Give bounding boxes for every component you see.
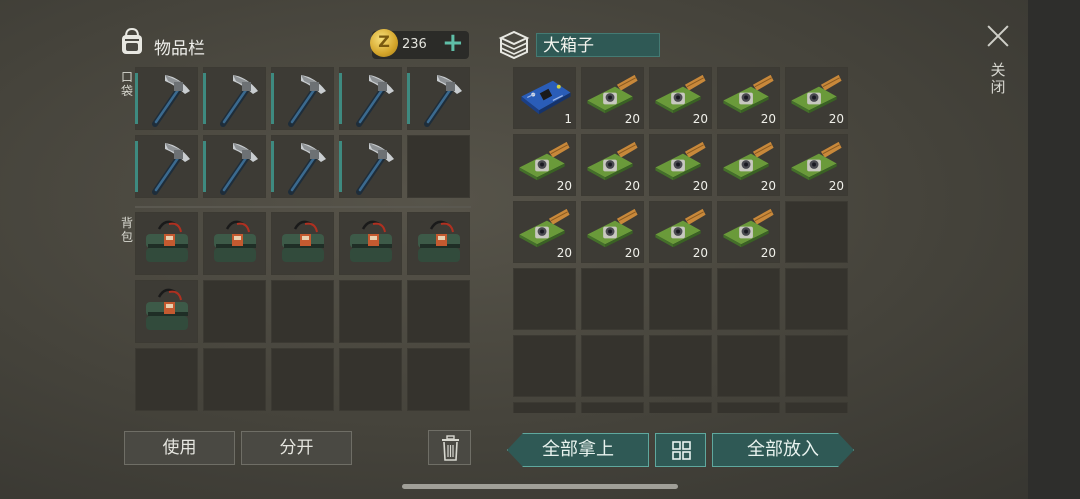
inventory-slot[interactable] [785,201,848,263]
add-coins-button[interactable]: + [442,29,464,57]
chest-grid: 1 20 20 20 20 20 20 20 20 20 20 20 20 20 [513,67,848,413]
inventory-slot[interactable] [649,402,712,413]
inventory-slot[interactable] [339,67,402,130]
coin-icon: Z [370,29,398,57]
pocket-label: 口袋 [120,70,133,98]
sort-button[interactable] [655,433,706,467]
backpack-label: 背包 [120,216,133,244]
inventory-slot[interactable] [717,268,780,330]
inventory-slot[interactable] [339,212,402,275]
inventory-slot[interactable] [649,335,712,397]
item-quantity: 20 [828,179,844,193]
item-quantity: 20 [624,179,640,193]
inventory-slot[interactable] [785,402,848,413]
trash-button[interactable] [428,430,471,465]
item-quantity: 20 [692,246,708,260]
close-label: 关闭 [990,61,1006,96]
chest-name-field[interactable]: 大箱子 [536,33,660,57]
inventory-slot[interactable]: 20 [513,134,576,196]
use-button[interactable]: 使用 [124,431,235,465]
inventory-slot[interactable] [339,280,402,343]
inventory-slot[interactable] [407,280,470,343]
grid-sort-icon [672,441,691,460]
coin-symbol: Z [378,32,390,51]
inventory-slot[interactable]: 20 [581,67,644,129]
inventory-slot[interactable] [513,335,576,397]
inventory-slot[interactable]: 20 [649,201,712,263]
backpack-icon [122,27,142,54]
item-quantity: 20 [828,112,844,126]
inventory-slot[interactable] [203,135,266,198]
inventory-slot[interactable]: 1 [513,67,576,129]
inventory-slot[interactable] [717,402,780,413]
inventory-slot[interactable]: 20 [513,201,576,263]
inventory-slot[interactable] [513,402,576,413]
right-panel-strip [1028,0,1080,499]
inventory-slot[interactable] [785,335,848,397]
inventory-slot[interactable] [581,402,644,413]
item-quantity: 20 [760,112,776,126]
put-all-button[interactable]: 全部放入 [712,433,854,467]
inventory-slot[interactable]: 20 [649,67,712,129]
item-quantity: 20 [692,179,708,193]
inventory-slot[interactable] [717,335,780,397]
inventory-slot[interactable] [135,348,198,411]
take-all-button[interactable]: 全部拿上 [507,433,649,467]
inventory-slot[interactable] [271,135,334,198]
item-quantity: 20 [760,179,776,193]
inventory-slot[interactable] [581,335,644,397]
inventory-slot[interactable] [203,67,266,130]
item-quantity: 20 [624,112,640,126]
inventory-slot[interactable] [203,212,266,275]
backpack-grid [135,212,470,411]
inventory-slot[interactable]: 20 [785,134,848,196]
inventory-slot[interactable]: 20 [649,134,712,196]
inventory-slot[interactable] [407,67,470,130]
inventory-slot[interactable] [271,67,334,130]
chest-icon [498,30,530,60]
inventory-slot[interactable] [135,67,198,130]
inventory-slot[interactable] [271,212,334,275]
inventory-slot[interactable]: 20 [717,134,780,196]
inventory-slot[interactable]: 20 [717,201,780,263]
inventory-slot[interactable] [649,268,712,330]
inventory-slot[interactable]: 20 [581,134,644,196]
inventory-slot[interactable]: 20 [581,201,644,263]
inventory-slot[interactable] [135,280,198,343]
item-quantity: 20 [624,246,640,260]
inventory-slot[interactable] [135,212,198,275]
inventory-slot[interactable]: 20 [717,67,780,129]
coin-count: 236 [402,37,427,52]
inventory-slot[interactable]: 20 [785,67,848,129]
inventory-slot[interactable] [785,268,848,330]
close-icon[interactable] [984,22,1012,50]
inventory-slot[interactable] [581,268,644,330]
home-indicator [402,484,678,489]
divider [135,206,471,208]
item-quantity: 20 [556,246,572,260]
split-button[interactable]: 分开 [241,431,352,465]
inventory-slot[interactable] [135,135,198,198]
pocket-grid [135,67,470,198]
inventory-slot[interactable] [339,348,402,411]
inventory-title: 物品栏 [154,39,205,59]
item-quantity: 20 [760,246,776,260]
inventory-slot[interactable] [203,280,266,343]
inventory-slot[interactable] [339,135,402,198]
trash-icon [442,435,459,461]
inventory-slot[interactable] [271,280,334,343]
inventory-slot[interactable] [407,348,470,411]
inventory-slot[interactable] [271,348,334,411]
inventory-slot[interactable] [407,212,470,275]
item-quantity: 20 [556,179,572,193]
inventory-slot[interactable] [203,348,266,411]
inventory-slot[interactable] [513,268,576,330]
inventory-slot[interactable] [407,135,470,198]
item-quantity: 1 [564,112,572,126]
item-quantity: 20 [692,112,708,126]
